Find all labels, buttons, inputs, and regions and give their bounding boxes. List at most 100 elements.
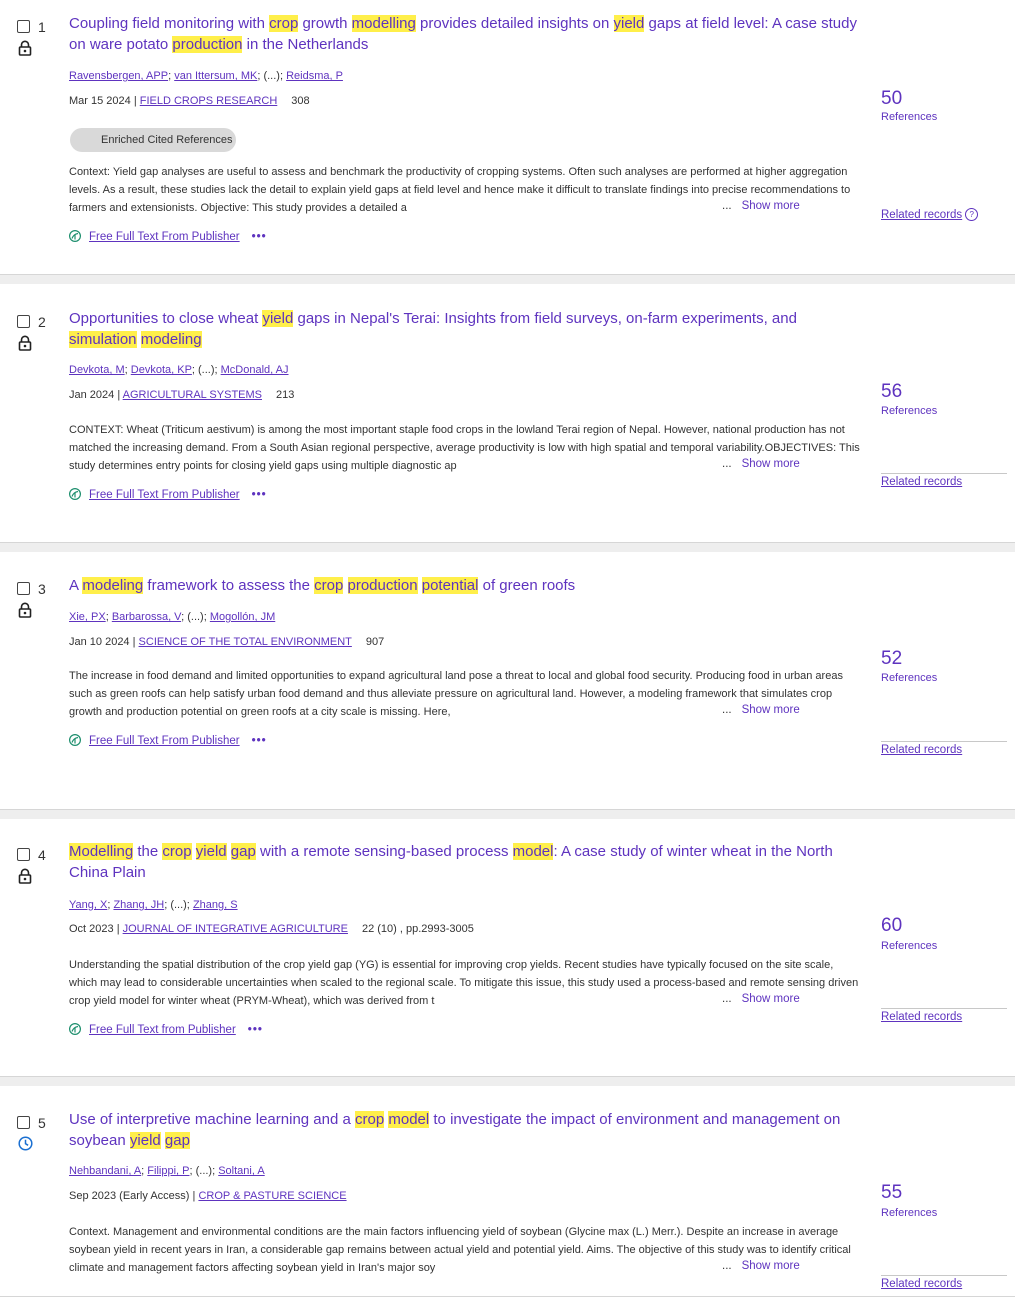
volume-info: 308 [291, 95, 310, 107]
more-options-button[interactable]: ••• [252, 735, 267, 747]
publication-info: Jan 10 2024 | SCIENCE OF THE TOTAL ENVIR… [69, 636, 385, 648]
more-options-button[interactable]: ••• [248, 1024, 263, 1036]
related-records-link[interactable]: Related records [881, 741, 1007, 756]
show-more-label[interactable]: Show more [742, 1260, 800, 1272]
related-records-link[interactable]: Related records [881, 1008, 1007, 1023]
ellipsis-text: ... [722, 1260, 732, 1272]
help-icon[interactable]: ? [965, 208, 979, 221]
related-records-label[interactable]: Related records [881, 1011, 962, 1023]
enriched-cited-references-badge[interactable]: Enriched Cited References [70, 128, 236, 152]
author-link[interactable]: van Ittersum, MK [174, 70, 257, 82]
full-text-label[interactable]: Free Full Text From Publisher [89, 231, 240, 243]
highlighted-term: production [172, 36, 243, 53]
ellipsis-text: ... [722, 458, 732, 470]
record-index: 4 [38, 847, 46, 863]
open-access-icon [68, 733, 82, 747]
show-more-link[interactable]: ... Show more [722, 993, 800, 1005]
journal-link[interactable]: SCIENCE OF THE TOTAL ENVIRONMENT [139, 636, 352, 648]
more-options-button[interactable]: ••• [252, 231, 267, 243]
title-text: in the Netherlands [242, 36, 369, 53]
more-options-button[interactable]: ••• [252, 489, 267, 501]
full-text-link[interactable]: Free Full Text From Publisher ••• [68, 229, 267, 243]
related-records-link[interactable]: Related records [881, 473, 1007, 488]
show-more-link[interactable]: ... Show more [722, 704, 800, 716]
highlighted-term: crop [269, 15, 299, 32]
related-records-link[interactable]: Related records [881, 1275, 1007, 1290]
record-index: 2 [38, 314, 46, 330]
author-link[interactable]: Barbarossa, V [112, 611, 181, 623]
full-text-label[interactable]: Free Full Text from Publisher [89, 1024, 236, 1036]
author-link[interactable]: Nehbandani, A [69, 1165, 141, 1177]
author-link[interactable]: Zhang, JH [113, 899, 164, 911]
record-title-link[interactable]: Coupling field monitoring with crop grow… [69, 13, 859, 55]
record-title-link[interactable]: Modelling the crop yield gap with a remo… [69, 841, 859, 883]
publication-info: Mar 15 2024 | FIELD CROPS RESEARCH 308 [69, 95, 310, 107]
journal-link[interactable]: FIELD CROPS RESEARCH [140, 95, 278, 107]
title-text: Use of interpretive machine learning and… [69, 1111, 355, 1128]
author-link[interactable]: McDonald, AJ [221, 364, 289, 376]
highlighted-term: crop [355, 1111, 385, 1128]
show-more-link[interactable]: ... Show more [722, 1260, 800, 1272]
result-card: 3 A modeling framework to assess the crop… [0, 552, 1015, 810]
volume-info: 22 (10) , pp.2993-3005 [361, 923, 474, 935]
journal-link[interactable]: JOURNAL OF INTEGRATIVE AGRICULTURE [123, 923, 348, 935]
journal-link[interactable]: CROP & PASTURE SCIENCE [198, 1190, 346, 1202]
related-records-label[interactable]: Related records [881, 744, 962, 756]
volume-info: 213 [276, 389, 295, 401]
authors-line: Yang, X; Zhang, JH; (...); Zhang, S [69, 899, 238, 911]
full-text-label[interactable]: Free Full Text From Publisher [89, 735, 240, 747]
highlighted-term: crop [162, 843, 192, 860]
show-more-link[interactable]: ... Show more [722, 458, 800, 470]
record-title-link[interactable]: Use of interpretive machine learning and… [69, 1109, 859, 1151]
highlighted-term: yield [613, 15, 645, 32]
result-card: 1 Coupling field monitoring with crop gro… [0, 0, 1015, 275]
author-link[interactable]: Xie, PX [69, 611, 106, 623]
author-link[interactable]: Filippi, P [147, 1165, 189, 1177]
show-more-label[interactable]: Show more [742, 704, 800, 716]
full-text-label[interactable]: Free Full Text From Publisher [89, 489, 240, 501]
highlighted-term: potential [421, 577, 479, 594]
highlighted-term: gap [230, 843, 256, 860]
title-text: growth [298, 15, 352, 32]
show-more-label[interactable]: Show more [742, 200, 800, 212]
related-records-link[interactable]: Related records? [881, 206, 1007, 221]
author-link[interactable]: Devkota, M [69, 364, 125, 376]
show-more-label[interactable]: Show more [742, 458, 800, 470]
references-label[interactable]: References [881, 940, 937, 952]
references-count[interactable]: 55 [881, 1182, 902, 1204]
journal-link[interactable]: AGRICULTURAL SYSTEMS [123, 389, 262, 401]
full-text-link[interactable]: Free Full Text from Publisher ••• [68, 1022, 263, 1036]
related-records-label[interactable]: Related records [881, 476, 962, 488]
select-checkbox[interactable] [17, 315, 30, 328]
author-link[interactable]: Reidsma, P [286, 70, 343, 82]
references-count[interactable]: 60 [881, 915, 902, 937]
references-label[interactable]: References [881, 1207, 937, 1219]
related-records-label[interactable]: Related records [881, 1278, 962, 1290]
pub-date: Jan 2024 [69, 389, 115, 401]
result-card: 4 Modelling the crop yield gap with a rem… [0, 819, 1015, 1077]
select-checkbox[interactable] [17, 1116, 30, 1129]
references-label[interactable]: References [881, 111, 937, 123]
references-label[interactable]: References [881, 405, 937, 417]
show-more-label[interactable]: Show more [742, 993, 800, 1005]
author-link[interactable]: Yang, X [69, 899, 107, 911]
author-link[interactable]: Devkota, KP [131, 364, 192, 376]
author-link[interactable]: Zhang, S [193, 899, 238, 911]
author-link[interactable]: Mogollón, JM [210, 611, 275, 623]
record-title-link[interactable]: A modeling framework to assess the crop … [69, 575, 859, 596]
show-more-link[interactable]: ... Show more [722, 200, 800, 212]
authors-line: Nehbandani, A; Filippi, P; (...); Soltan… [69, 1165, 265, 1177]
related-records-label[interactable]: Related records [881, 209, 962, 221]
references-count[interactable]: 52 [881, 648, 902, 670]
references-label[interactable]: References [881, 672, 937, 684]
author-link[interactable]: Ravensbergen, APP [69, 70, 168, 82]
select-checkbox[interactable] [17, 20, 30, 33]
select-checkbox[interactable] [17, 582, 30, 595]
full-text-link[interactable]: Free Full Text From Publisher ••• [68, 733, 267, 747]
full-text-link[interactable]: Free Full Text From Publisher ••• [68, 487, 267, 501]
select-checkbox[interactable] [17, 848, 30, 861]
references-count[interactable]: 56 [881, 381, 902, 403]
author-link[interactable]: Soltani, A [218, 1165, 264, 1177]
record-title-link[interactable]: Opportunities to close wheat yield gaps … [69, 308, 859, 350]
references-count[interactable]: 50 [881, 88, 902, 110]
